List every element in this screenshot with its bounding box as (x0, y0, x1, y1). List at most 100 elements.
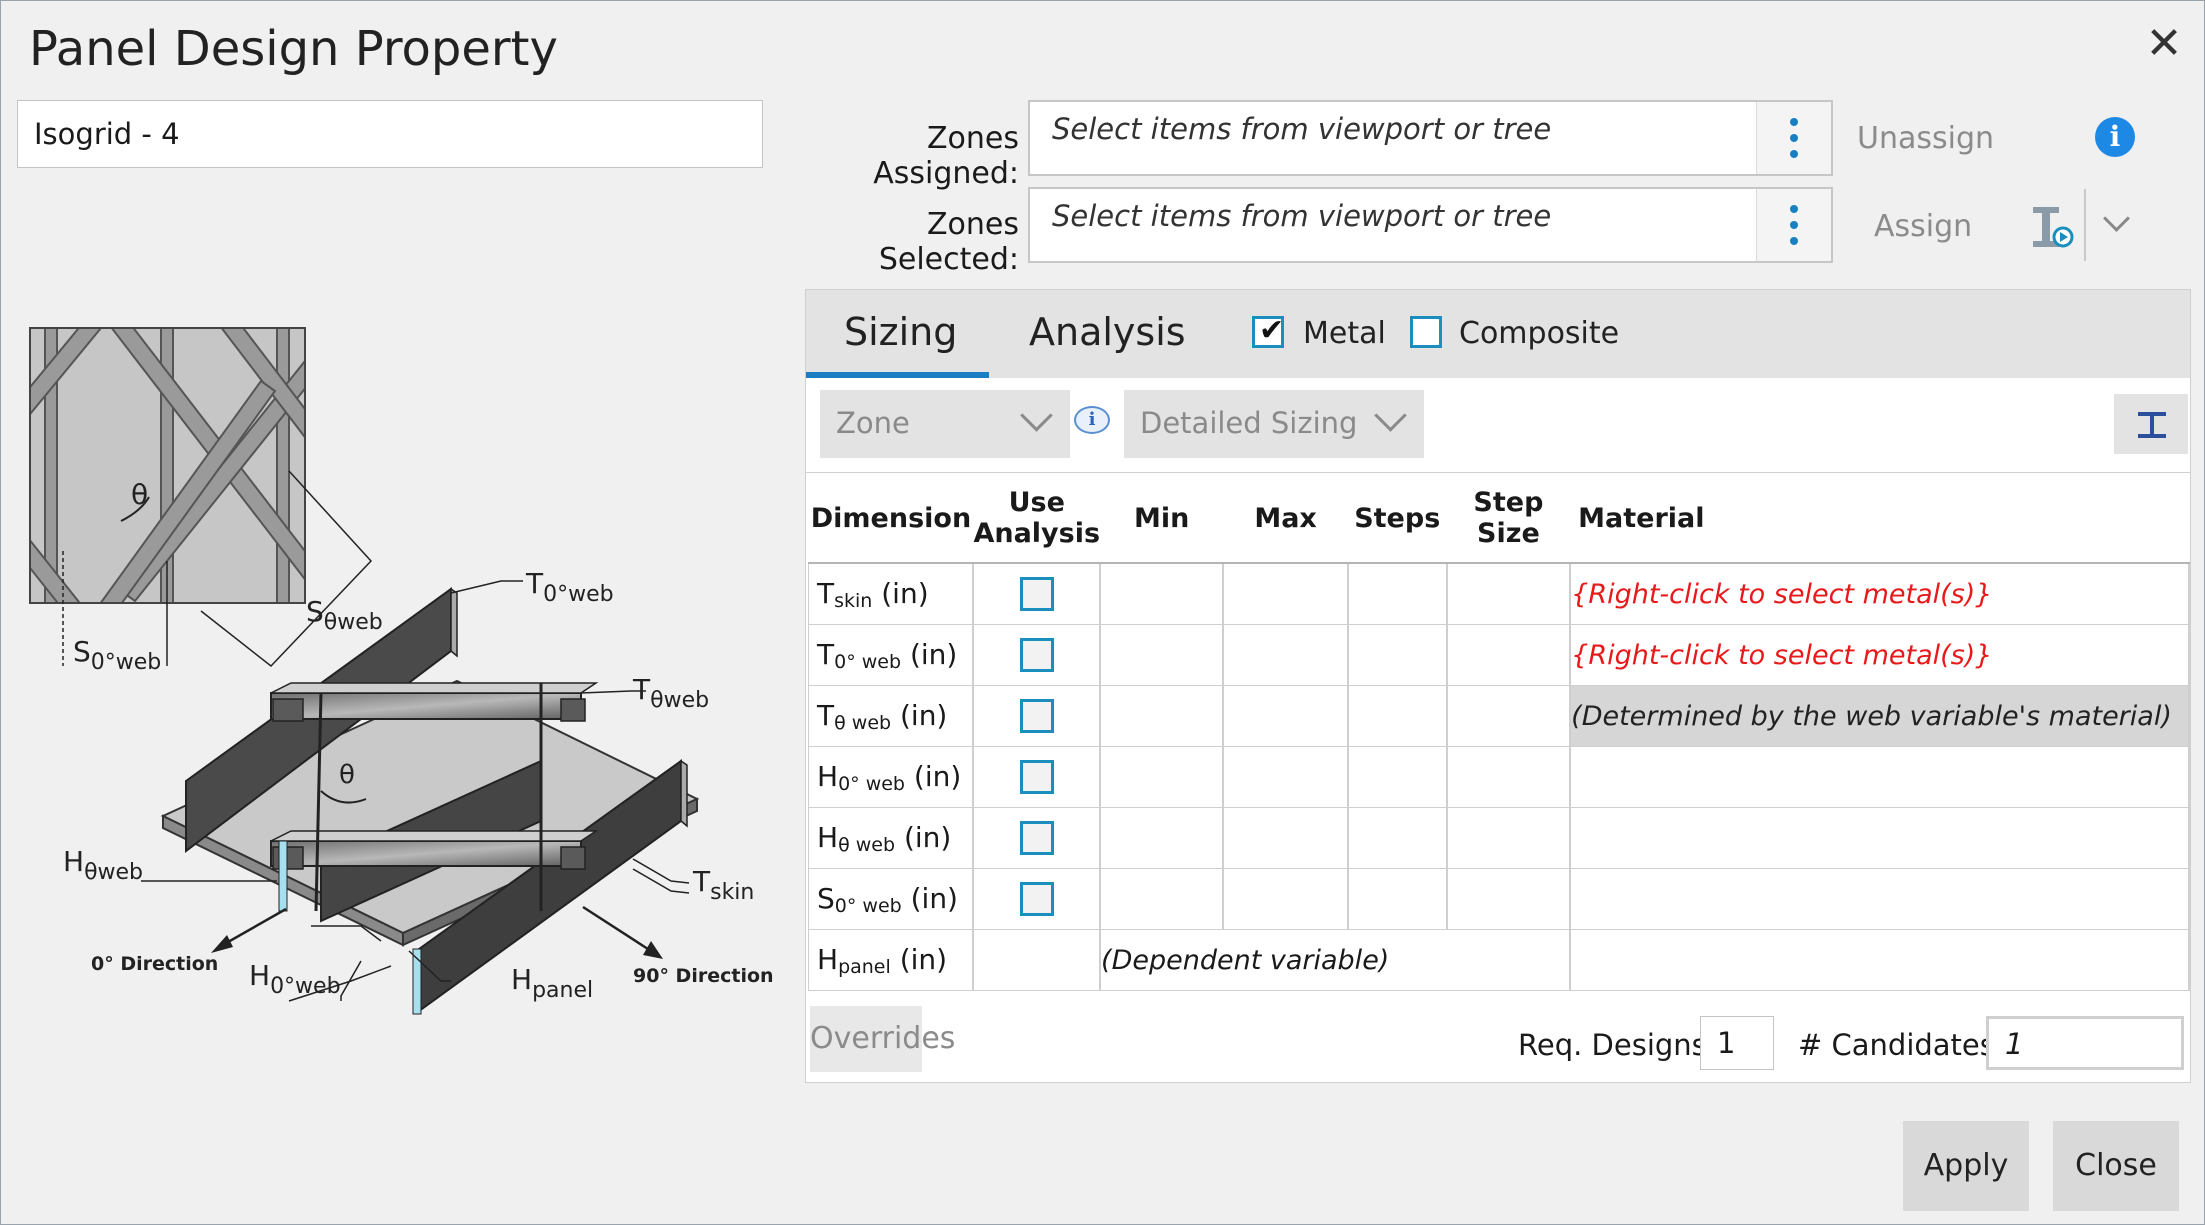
assign-tool-icon[interactable] (2031, 203, 2075, 249)
table-row: H0° web (in) (808, 746, 2190, 808)
use-analysis-checkbox[interactable] (1019, 821, 1054, 855)
max-cell[interactable] (1222, 868, 1349, 930)
chevron-down-icon[interactable] (2103, 205, 2130, 232)
i-beam-icon (2138, 412, 2166, 438)
min-cell[interactable] (1099, 807, 1225, 869)
tab-analysis[interactable]: Analysis (1029, 310, 1186, 354)
zone-dropdown-value: Zone (836, 406, 910, 440)
zones-selected-input[interactable]: Select items from viewport or tree (1028, 187, 1833, 263)
use-analysis-cell (972, 746, 1102, 808)
max-cell[interactable] (1222, 746, 1349, 808)
use-analysis-checkbox[interactable] (1019, 638, 1054, 672)
candidates-input[interactable]: 1 (1986, 1016, 2184, 1070)
close-icon[interactable]: ✕ (2139, 19, 2189, 69)
use-analysis-cell (972, 685, 1102, 747)
dimension-cell: Tθ web (in) (808, 685, 975, 747)
tab-sizing[interactable]: Sizing (844, 310, 957, 354)
material-cell[interactable]: {Right-click to select metal(s)} (1569, 562, 2190, 625)
direction-0-label: 0° Direction (91, 953, 218, 975)
isogrid-diagram: θ Sθweb S0°web θ T0°web Tθweb Hθweb Tski… (29, 327, 774, 1015)
col-min: Min (1100, 474, 1224, 564)
step-size-cell[interactable] (1446, 807, 1572, 869)
h-0-web-label: H0°web (249, 959, 341, 999)
close-button[interactable]: Close (2053, 1121, 2179, 1211)
min-cell[interactable] (1099, 746, 1225, 808)
min-cell[interactable] (1099, 562, 1225, 625)
metal-checkbox[interactable]: ✔ (1252, 313, 1284, 348)
panel-design-property-dialog: Panel Design Property ✕ Isogrid - 4 Zone… (0, 0, 2205, 1225)
material-cell: (Determined by the web variable's materi… (1569, 685, 2190, 747)
chevron-down-icon (1374, 399, 1407, 432)
dimension-cell: Hpanel (in) (808, 929, 975, 991)
dimension-cell: S0° web (in) (808, 868, 975, 930)
sizing-mode-dropdown[interactable]: Detailed Sizing (1124, 390, 1424, 458)
property-name-field[interactable]: Isogrid - 4 (17, 100, 763, 168)
step-size-cell[interactable] (1446, 562, 1572, 625)
s-0-web-label: S0°web (73, 635, 161, 675)
dimension-cell: Tskin (in) (808, 562, 975, 625)
t-0-web-label: T0°web (525, 567, 614, 607)
max-cell[interactable] (1222, 562, 1349, 625)
apply-button[interactable]: Apply (1903, 1121, 2029, 1211)
steps-cell[interactable] (1347, 685, 1448, 747)
col-dimension: Dimension (808, 474, 974, 564)
info-icon[interactable]: i (2095, 117, 2135, 157)
zones-assigned-input[interactable]: Select items from viewport or tree (1028, 100, 1833, 176)
overrides-button[interactable]: Overrides (810, 1006, 955, 1072)
req-designs-label: Req. Designs (1518, 1028, 1707, 1062)
material-cell[interactable] (1569, 746, 2190, 808)
more-options-icon[interactable] (1756, 189, 1831, 261)
material-cell[interactable] (1569, 868, 2190, 930)
dependent-variable-cell: (Dependent variable) (1099, 929, 1572, 991)
zones-assigned-label: Zones Assigned: (873, 121, 1019, 191)
chevron-down-icon (1020, 399, 1053, 432)
sizing-mode-value: Detailed Sizing (1140, 406, 1358, 440)
step-size-cell[interactable] (1446, 685, 1572, 747)
dialog-title: Panel Design Property (29, 21, 558, 77)
step-size-cell[interactable] (1446, 624, 1572, 686)
use-analysis-checkbox[interactable] (1019, 699, 1054, 733)
col-step-size: Step Size (1446, 474, 1571, 564)
max-cell[interactable] (1222, 807, 1349, 869)
material-cell[interactable] (1569, 807, 2190, 869)
sizing-panel: Sizing Analysis ✔ Metal Composite Zone i… (805, 289, 2191, 1083)
assign-button[interactable]: Assign (1874, 209, 1972, 244)
composite-label: Composite (1459, 316, 1620, 351)
zones-assigned-placeholder: Select items from viewport or tree (1052, 112, 1552, 146)
min-cell[interactable] (1099, 868, 1225, 930)
unassign-button[interactable]: Unassign (1857, 121, 1994, 156)
section-view-button[interactable] (2114, 394, 2188, 454)
steps-cell[interactable] (1347, 807, 1448, 869)
more-options-icon[interactable] (1756, 102, 1831, 174)
composite-checkbox[interactable] (1410, 316, 1442, 348)
zone-dropdown[interactable]: Zone (820, 390, 1070, 458)
col-use-analysis: Use Analysis (973, 474, 1101, 564)
step-size-cell[interactable] (1446, 868, 1572, 930)
step-size-cell[interactable] (1446, 746, 1572, 808)
material-cell (1569, 929, 2190, 991)
col-material: Material (1570, 474, 2189, 564)
zones-selected-label: Zones Selected: (878, 207, 1019, 277)
req-designs-input[interactable]: 1 (1700, 1016, 1774, 1070)
use-analysis-checkbox[interactable] (1019, 760, 1054, 794)
table-row: Tskin (in) {Right-click to select metal(… (808, 562, 2190, 625)
steps-cell[interactable] (1347, 868, 1448, 930)
sizing-table: Dimension Use Analysis Min Max Steps Step… (808, 474, 2190, 991)
use-analysis-checkbox[interactable] (1019, 577, 1054, 611)
min-cell[interactable] (1099, 624, 1225, 686)
steps-cell[interactable] (1347, 562, 1448, 625)
max-cell[interactable] (1222, 624, 1349, 686)
t-skin-label: Tskin (692, 865, 754, 905)
h-panel-label: Hpanel (511, 963, 593, 1003)
separator (2084, 189, 2086, 261)
material-cell[interactable]: {Right-click to select metal(s)} (1569, 624, 2190, 686)
info-bubble-icon[interactable]: i (1074, 406, 1110, 434)
use-analysis-cell (972, 929, 1102, 991)
h-theta-web-label: Hθweb (63, 845, 143, 885)
table-header: Dimension Use Analysis Min Max Steps Step… (808, 474, 2189, 564)
use-analysis-checkbox[interactable] (1019, 882, 1054, 916)
min-cell[interactable] (1099, 685, 1225, 747)
steps-cell[interactable] (1347, 624, 1448, 686)
steps-cell[interactable] (1347, 746, 1448, 808)
max-cell[interactable] (1222, 685, 1349, 747)
